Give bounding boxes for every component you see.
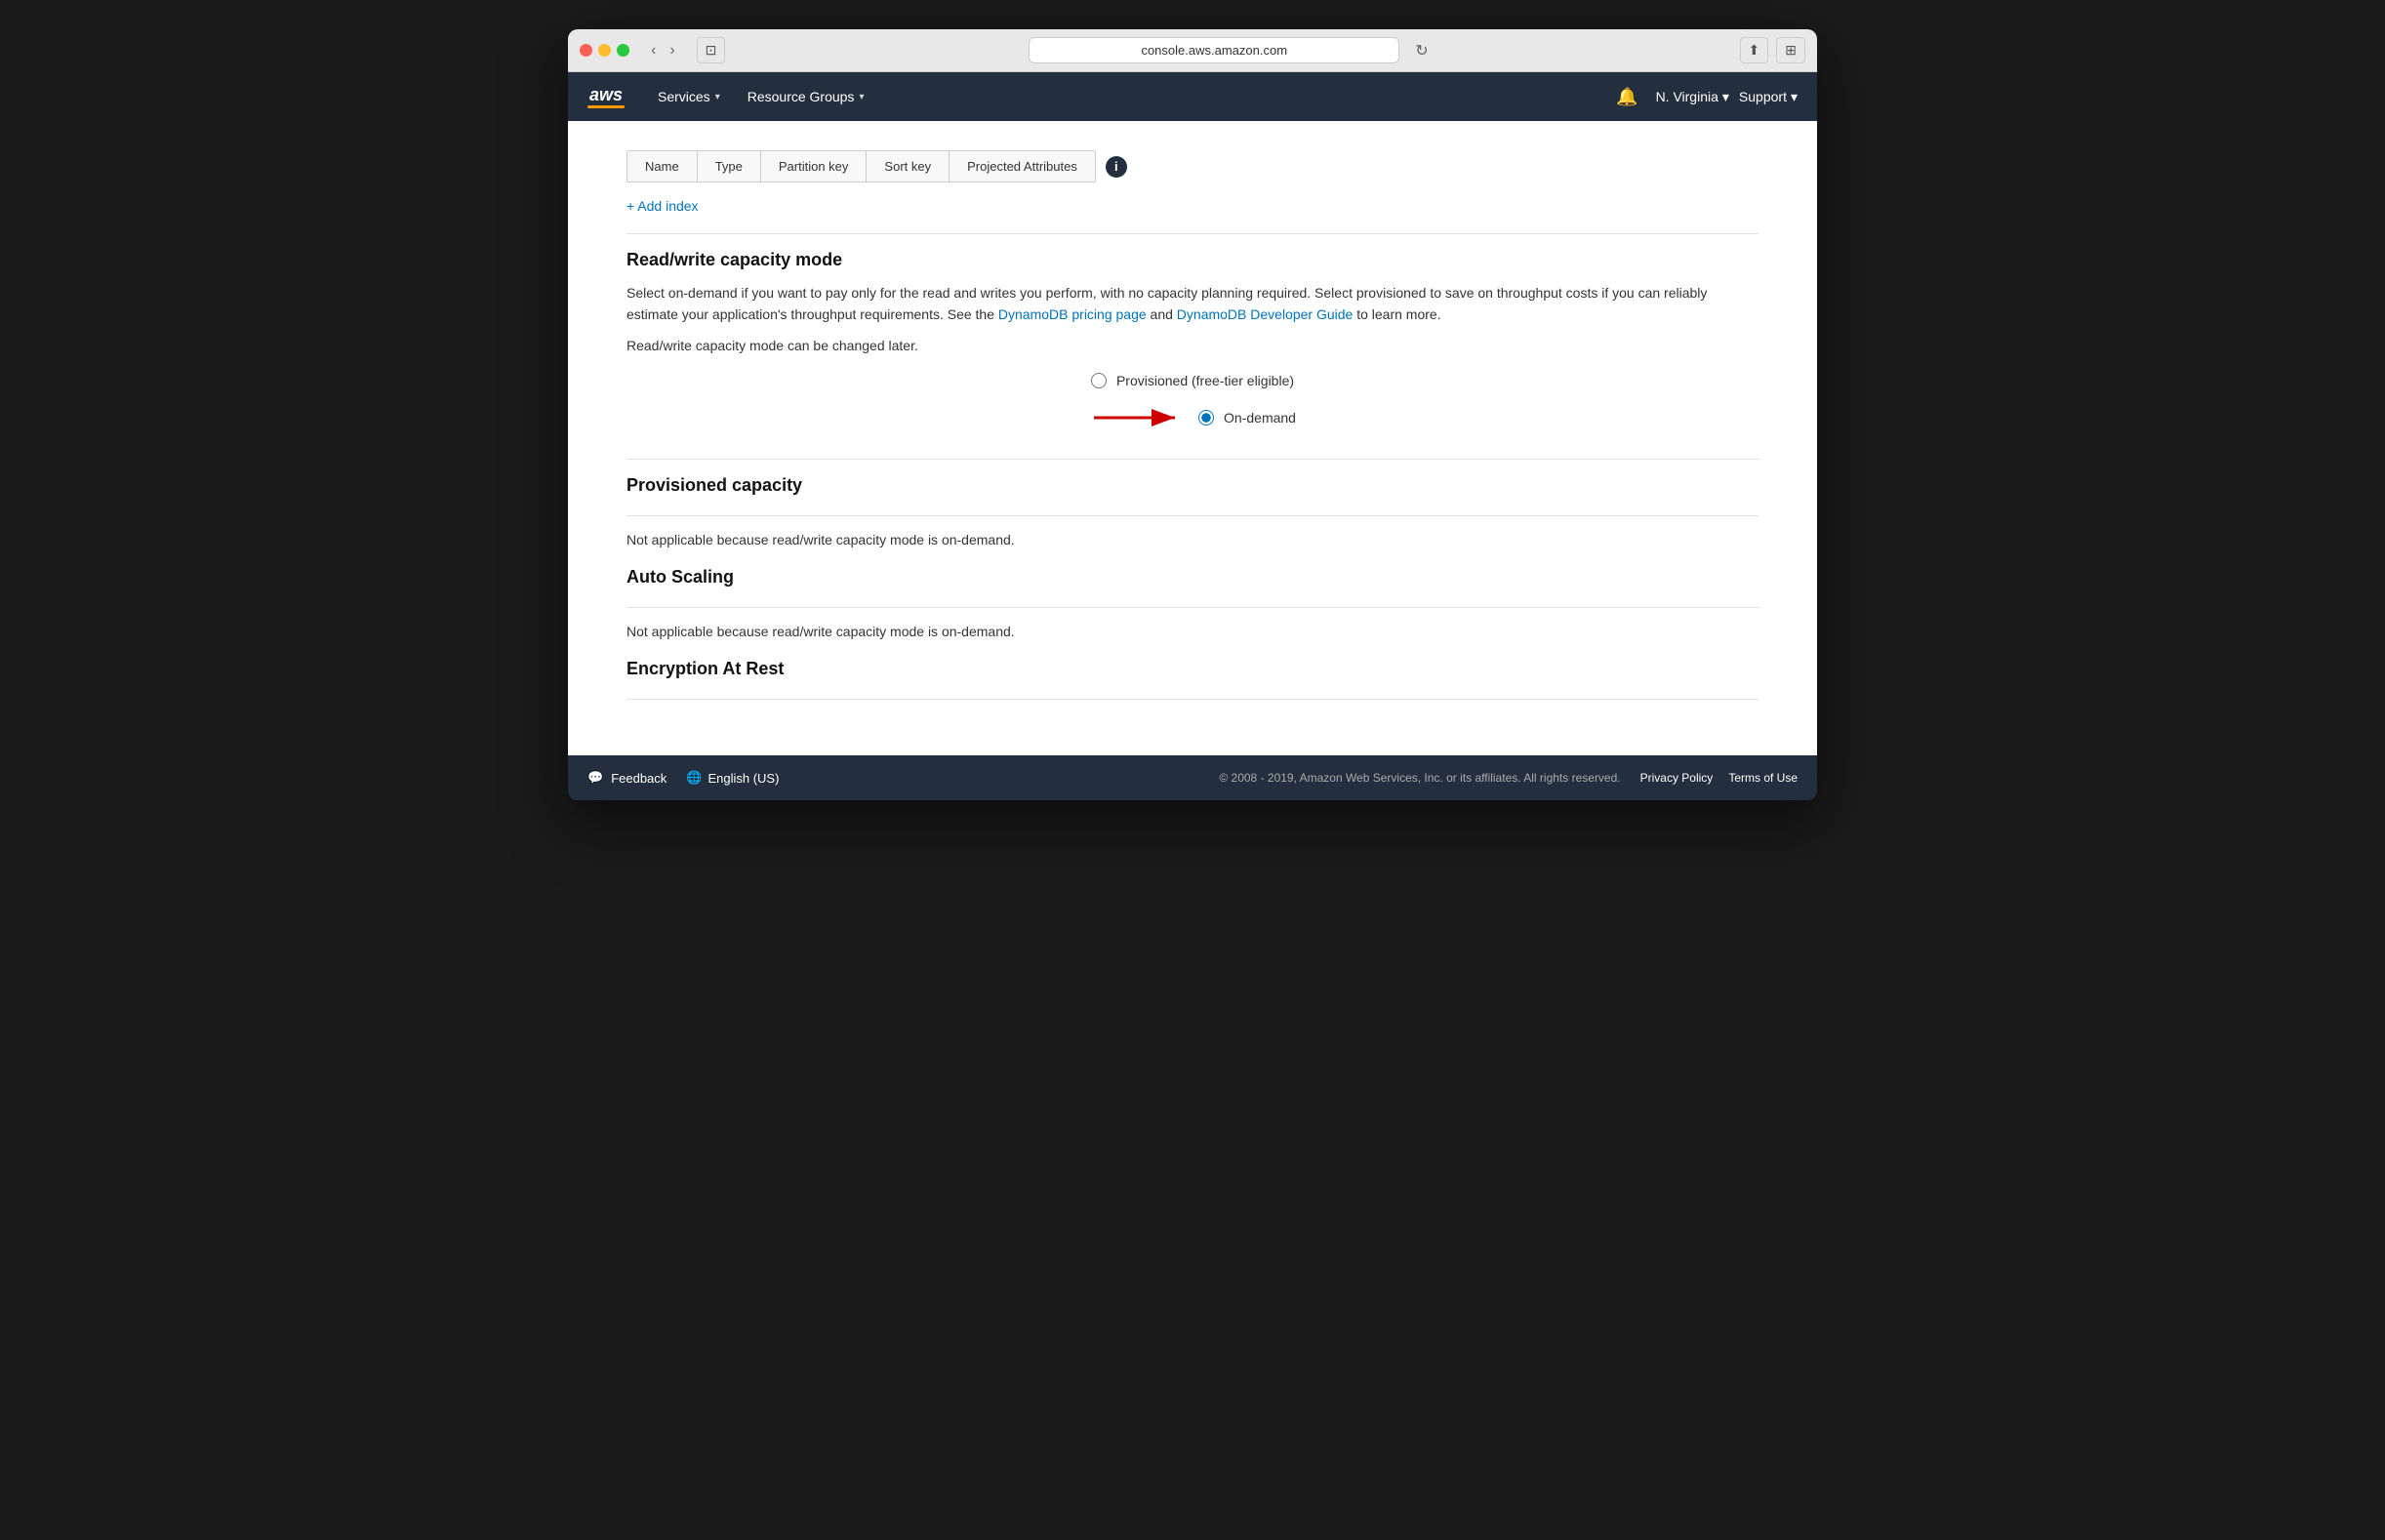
aws-navbar: aws Services ▾ Resource Groups ▾ 🔔 N. Vi… bbox=[568, 72, 1817, 121]
rw-capacity-section: Read/write capacity mode Select on-deman… bbox=[627, 250, 1758, 435]
browser-window: ‹ › ⊡ 🔒 console.aws.amazon.com ↻ ⬆ ⊞ aws… bbox=[568, 29, 1817, 800]
traffic-lights bbox=[580, 44, 629, 57]
footer-language[interactable]: 🌐 English (US) bbox=[686, 770, 779, 786]
aws-logo: aws bbox=[587, 86, 625, 108]
new-tab-button[interactable]: ⊞ bbox=[1776, 37, 1805, 63]
provisioned-capacity-title: Provisioned capacity bbox=[627, 475, 1758, 496]
maximize-button[interactable] bbox=[617, 44, 629, 57]
ondemand-radio-label: On-demand bbox=[1224, 410, 1296, 426]
minimize-button[interactable] bbox=[598, 44, 611, 57]
provisioned-inner-divider bbox=[627, 515, 1758, 516]
provisioned-capacity-divider bbox=[627, 459, 1758, 460]
back-button[interactable]: ‹ bbox=[645, 40, 662, 61]
privacy-policy-link[interactable]: Privacy Policy bbox=[1640, 771, 1714, 785]
encryption-section: Encryption At Rest bbox=[627, 659, 1758, 700]
support-chevron-icon: ▾ bbox=[1791, 89, 1798, 105]
encryption-divider bbox=[627, 699, 1758, 700]
feedback-label: Feedback bbox=[611, 771, 667, 786]
globe-icon: 🌐 bbox=[686, 770, 702, 786]
feedback-bubble-icon: 💬 bbox=[587, 770, 603, 786]
aws-logo-text: aws bbox=[589, 86, 623, 103]
info-icon[interactable]: i bbox=[1106, 156, 1127, 178]
auto-scaling-section: Auto Scaling Not applicable because read… bbox=[627, 567, 1758, 639]
footer-feedback[interactable]: 💬 Feedback bbox=[587, 770, 667, 786]
nav-arrows: ‹ › bbox=[645, 40, 681, 61]
url-field[interactable]: console.aws.amazon.com bbox=[1029, 37, 1399, 63]
table-header-sort-key: Sort key bbox=[867, 151, 950, 182]
aws-logo-underline bbox=[587, 105, 625, 108]
close-button[interactable] bbox=[580, 44, 592, 57]
encryption-title: Encryption At Rest bbox=[627, 659, 1758, 679]
services-chevron-icon: ▾ bbox=[715, 92, 720, 102]
table-header-partition-key: Partition key bbox=[761, 151, 868, 182]
aws-footer: 💬 Feedback 🌐 English (US) © 2008 - 2019,… bbox=[568, 755, 1817, 800]
forward-button[interactable]: › bbox=[664, 40, 680, 61]
bell-icon[interactable]: 🔔 bbox=[1608, 87, 1645, 107]
dynamodb-pricing-link[interactable]: DynamoDB pricing page bbox=[998, 306, 1147, 322]
provisioned-capacity-section: Provisioned capacity Not applicable beca… bbox=[627, 475, 1758, 547]
main-content: Name Type Partition key Sort key Project… bbox=[568, 121, 1817, 755]
index-table-header: Name Type Partition key Sort key Project… bbox=[627, 141, 1758, 182]
titlebar-right: ⬆ ⊞ bbox=[1740, 37, 1805, 63]
resource-groups-chevron-icon: ▾ bbox=[859, 92, 864, 102]
dynamodb-developer-guide-link[interactable]: DynamoDB Developer Guide bbox=[1177, 306, 1354, 322]
nav-region[interactable]: N. Virginia ▾ bbox=[1656, 89, 1729, 105]
provisioned-radio-option[interactable]: Provisioned (free-tier eligible) bbox=[1091, 373, 1294, 388]
add-index-link[interactable]: + Add index bbox=[627, 198, 699, 214]
provisioned-radio-input[interactable] bbox=[1091, 373, 1107, 388]
content-area: Name Type Partition key Sort key Project… bbox=[568, 121, 1817, 755]
rw-capacity-title: Read/write capacity mode bbox=[627, 250, 1758, 270]
auto-scaling-title: Auto Scaling bbox=[627, 567, 1758, 588]
ondemand-radio-option[interactable]: On-demand bbox=[1198, 410, 1296, 426]
nav-right: 🔔 N. Virginia ▾ Support ▾ bbox=[1608, 87, 1798, 107]
url-container: 🔒 console.aws.amazon.com bbox=[1029, 37, 1399, 63]
provisioned-not-applicable: Not applicable because read/write capaci… bbox=[627, 532, 1758, 547]
footer-copyright: © 2008 - 2019, Amazon Web Services, Inc.… bbox=[1219, 771, 1620, 785]
auto-scaling-divider bbox=[627, 607, 1758, 608]
titlebar: ‹ › ⊡ 🔒 console.aws.amazon.com ↻ ⬆ ⊞ bbox=[568, 29, 1817, 72]
rw-capacity-description: Select on-demand if you want to pay only… bbox=[627, 282, 1758, 326]
nav-services-label: Services bbox=[658, 89, 710, 104]
nav-support[interactable]: Support ▾ bbox=[1739, 89, 1798, 105]
rw-capacity-divider bbox=[627, 233, 1758, 234]
ondemand-radio-input[interactable] bbox=[1198, 410, 1214, 426]
info-icon-label: i bbox=[1114, 159, 1118, 174]
nav-services[interactable]: Services ▾ bbox=[644, 72, 734, 121]
language-label: English (US) bbox=[707, 771, 779, 786]
refresh-button[interactable]: ↻ bbox=[1407, 37, 1435, 64]
provisioned-radio-label: Provisioned (free-tier eligible) bbox=[1116, 373, 1294, 388]
sidebar-toggle-button[interactable]: ⊡ bbox=[697, 37, 726, 63]
red-arrow-annotation bbox=[1089, 400, 1187, 435]
region-label: N. Virginia bbox=[1656, 89, 1718, 104]
footer-links: Privacy Policy Terms of Use bbox=[1640, 771, 1798, 785]
capacity-mode-note: Read/write capacity mode can be changed … bbox=[627, 338, 1758, 353]
table-header-type: Type bbox=[698, 151, 761, 182]
support-label: Support bbox=[1739, 89, 1787, 104]
share-button[interactable]: ⬆ bbox=[1740, 37, 1769, 63]
region-chevron-icon: ▾ bbox=[1722, 89, 1729, 105]
table-header-name: Name bbox=[627, 151, 698, 182]
nav-resource-groups-label: Resource Groups bbox=[748, 89, 855, 104]
address-bar: 🔒 console.aws.amazon.com ↻ bbox=[733, 37, 1731, 64]
table-header-projected-attributes: Projected Attributes bbox=[950, 151, 1095, 182]
terms-of-use-link[interactable]: Terms of Use bbox=[1728, 771, 1798, 785]
nav-resource-groups[interactable]: Resource Groups ▾ bbox=[734, 72, 878, 121]
index-table-header-cells: Name Type Partition key Sort key Project… bbox=[627, 150, 1096, 182]
auto-scaling-not-applicable: Not applicable because read/write capaci… bbox=[627, 624, 1758, 639]
